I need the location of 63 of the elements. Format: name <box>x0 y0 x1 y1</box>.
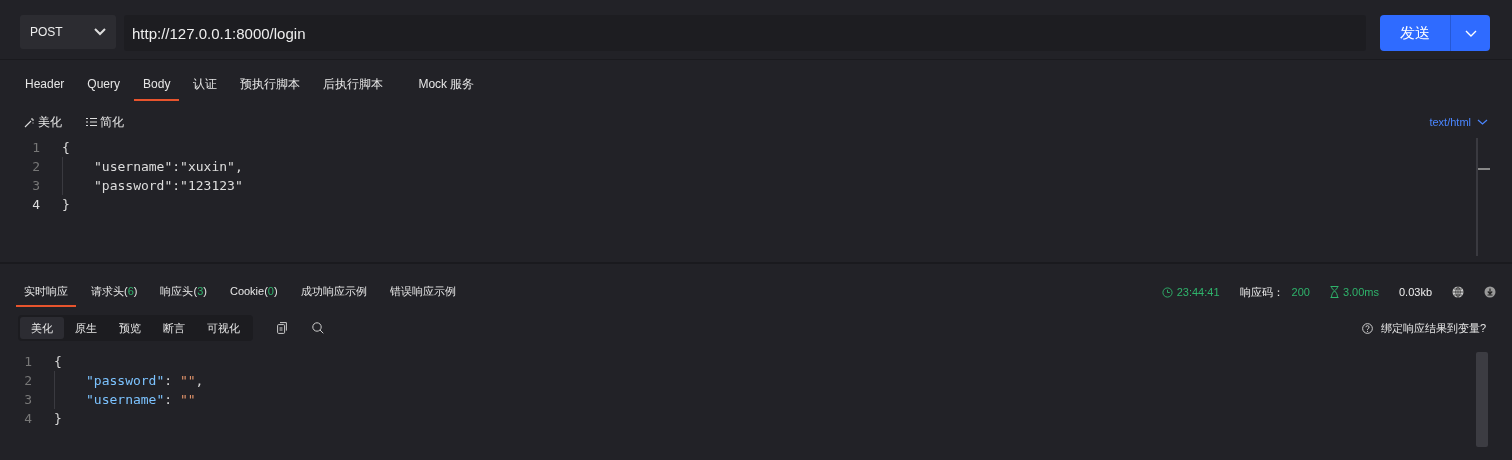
method-select[interactable]: POST <box>20 15 116 49</box>
line-number: 4 <box>23 410 33 428</box>
copy-icon <box>277 322 288 334</box>
view-mode-tab[interactable]: 原生 <box>64 316 108 340</box>
scrollbar[interactable] <box>1476 352 1488 447</box>
clock-icon <box>1161 286 1173 298</box>
list-icon <box>86 117 97 127</box>
chevron-down-icon <box>94 28 106 36</box>
request-tab[interactable]: Body <box>134 69 180 101</box>
response-duration: 3.00ms <box>1342 284 1379 300</box>
download-icon[interactable] <box>1484 286 1496 298</box>
request-tab[interactable]: 预执行脚本 <box>231 69 310 101</box>
view-mode-tab[interactable]: 美化 <box>20 316 64 340</box>
response-tab[interactable]: 实时响应 <box>16 276 76 308</box>
scrollbar[interactable] <box>1476 138 1490 256</box>
response-tab[interactable]: 响应头(3) <box>152 276 215 308</box>
bind-variable-link[interactable]: 绑定响应结果到变量? <box>1361 319 1486 337</box>
magic-wand-icon <box>24 116 35 128</box>
search-button[interactable] <box>312 322 324 334</box>
view-mode-tab[interactable]: 断言 <box>152 316 196 340</box>
chevron-down-icon <box>1477 119 1488 125</box>
hourglass-icon <box>1329 286 1339 298</box>
status-code-label: 响应码： <box>1239 284 1284 300</box>
code-line: { <box>62 139 70 157</box>
response-tab[interactable]: 错误响应示例 <box>381 276 464 308</box>
line-number: 2 <box>31 158 41 176</box>
url-field[interactable]: http://127.0.0.1:8000/login <box>124 15 1366 51</box>
line-number: 1 <box>31 139 41 157</box>
response-tab[interactable]: 请求头(6) <box>83 276 146 308</box>
response-time: 23:44:41 <box>1176 284 1220 300</box>
beautify-button[interactable]: 美化 <box>24 113 62 131</box>
line-number: 3 <box>31 177 41 195</box>
code-line: } <box>54 410 62 428</box>
status-code: 200 <box>1291 284 1310 300</box>
simplify-button[interactable]: 简化 <box>86 113 124 131</box>
line-number: 1 <box>23 353 33 371</box>
code-line: "password": "", <box>86 372 204 390</box>
search-icon <box>312 322 324 334</box>
request-body-editor[interactable]: 1 { 2 "username":"xuxin", 3 "password":"123123" 4 } <box>0 138 1476 262</box>
send-button[interactable]: 发送 <box>1380 15 1450 51</box>
request-tab[interactable]: 后执行脚本 <box>314 69 393 101</box>
line-number: 2 <box>23 372 33 390</box>
code-line: { <box>54 353 62 371</box>
code-line: "password":"123123" <box>94 177 243 195</box>
response-size: 0.03kb <box>1398 284 1432 300</box>
code-line: } <box>62 196 70 214</box>
request-tab[interactable]: Query <box>78 69 130 101</box>
response-tab[interactable]: Cookie(0) <box>221 276 286 308</box>
view-mode-tab[interactable]: 预览 <box>108 316 152 340</box>
code-line: "username": "" <box>86 391 196 409</box>
request-tab[interactable]: 认证 <box>184 69 227 101</box>
request-tab[interactable]: Header <box>16 69 74 101</box>
line-number: 3 <box>23 391 33 409</box>
chevron-down-icon <box>1464 29 1477 37</box>
line-number: 4 <box>31 196 41 214</box>
help-icon <box>1361 322 1373 334</box>
code-line: "username":"xuxin", <box>94 158 243 176</box>
response-tab[interactable]: 成功响应示例 <box>292 276 375 308</box>
request-tab[interactable]: Mock 服务 <box>409 69 484 101</box>
content-type-select[interactable]: text/html <box>1429 113 1488 131</box>
copy-button[interactable] <box>277 322 288 334</box>
globe-icon <box>1452 286 1464 298</box>
view-mode-tab[interactable]: 可视化 <box>196 316 251 340</box>
